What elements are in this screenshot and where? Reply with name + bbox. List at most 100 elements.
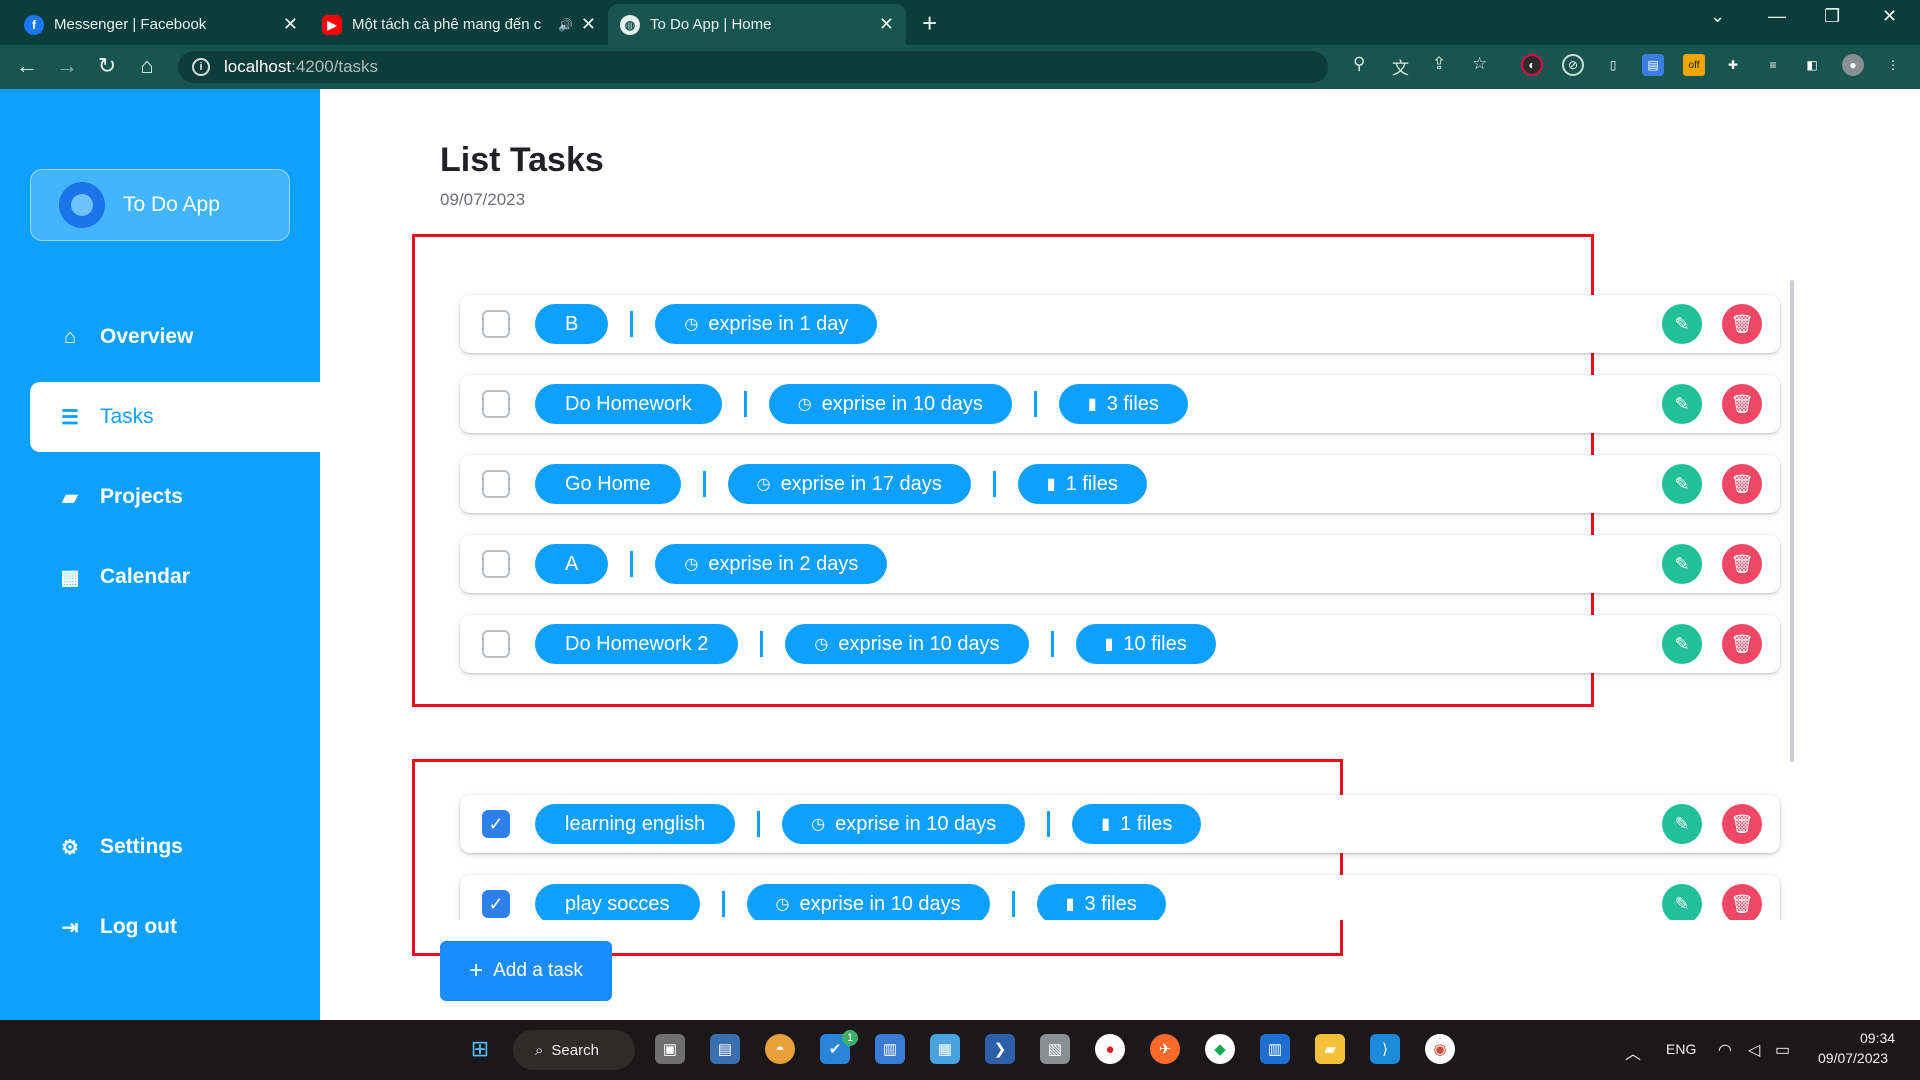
translate-icon[interactable]: 文 bbox=[1392, 54, 1409, 79]
edit-button[interactable]: ✎ bbox=[1662, 464, 1702, 504]
vscode-icon[interactable]: ⟩ bbox=[1370, 1034, 1400, 1064]
edit-button[interactable]: ✎ bbox=[1662, 624, 1702, 664]
sidebar-item-calendar[interactable]: ▦ Calendar bbox=[30, 542, 320, 612]
delete-button[interactable]: 🗑 bbox=[1722, 304, 1762, 344]
extension-docs-icon[interactable]: ▤ bbox=[1642, 54, 1664, 76]
home-icon[interactable]: ⌂ bbox=[133, 53, 161, 79]
files-badge[interactable]: ▮ 10 files bbox=[1075, 624, 1216, 664]
monitor-app-icon[interactable]: ▤ bbox=[710, 1034, 740, 1064]
delete-button[interactable]: 🗑 bbox=[1722, 544, 1762, 584]
task-checkbox[interactable] bbox=[482, 390, 510, 418]
task-row[interactable]: A ◷ exprise in 2 days ✎ 🗑 bbox=[460, 535, 1780, 593]
tab-messenger[interactable]: f Messenger | Facebook ✕ bbox=[12, 4, 310, 45]
edit-button[interactable]: ✎ bbox=[1662, 804, 1702, 844]
battery-icon[interactable]: ▭ bbox=[1775, 1040, 1790, 1060]
postman-icon[interactable]: ✈ bbox=[1150, 1034, 1180, 1064]
extensions-puzzle-icon[interactable]: ✚ bbox=[1722, 54, 1744, 76]
extension-color-icon[interactable]: ◐ bbox=[1521, 54, 1543, 76]
remote-desktop-icon[interactable]: ▦ bbox=[930, 1034, 960, 1064]
profile-avatar[interactable]: ● bbox=[1842, 54, 1864, 76]
delete-button[interactable]: 🗑 bbox=[1722, 884, 1762, 920]
tab-search-icon[interactable]: ⌄ bbox=[1710, 6, 1725, 27]
speaker-icon[interactable]: 🔊 bbox=[558, 18, 573, 32]
taskbar-search[interactable]: ⌕ Search bbox=[513, 1030, 635, 1070]
back-icon[interactable]: ← bbox=[13, 53, 41, 79]
files-badge[interactable]: ▮ 3 files bbox=[1058, 384, 1188, 424]
file-explorer-icon[interactable]: ▰ bbox=[1315, 1034, 1345, 1064]
volume-icon[interactable]: ◁ bbox=[1748, 1040, 1760, 1060]
sidebar-item-logout[interactable]: ⇥ Log out bbox=[30, 892, 320, 962]
task-checkbox[interactable] bbox=[482, 470, 510, 498]
bookmark-star-icon[interactable]: ☆ bbox=[1472, 54, 1487, 74]
delete-button[interactable]: 🗑 bbox=[1722, 804, 1762, 844]
scrollbar[interactable] bbox=[1790, 280, 1794, 762]
task-row[interactable]: Do Homework ◷ exprise in 10 days ▮ 3 files… bbox=[460, 375, 1780, 433]
record-app-icon[interactable]: ● bbox=[1095, 1034, 1125, 1064]
location-icon[interactable]: ⚲ bbox=[1353, 54, 1365, 74]
chrome-icon[interactable]: ◉ bbox=[1425, 1034, 1455, 1064]
edit-button[interactable]: ✎ bbox=[1662, 544, 1702, 584]
forward-icon[interactable]: → bbox=[53, 53, 81, 79]
task-checkbox[interactable] bbox=[482, 310, 510, 338]
task-row[interactable]: ✓ learning english ◷ exprise in 10 days ▮… bbox=[460, 795, 1780, 853]
tray-chevron-icon[interactable]: ︿ bbox=[1625, 1040, 1641, 1064]
side-panel-icon[interactable]: ◧ bbox=[1801, 54, 1823, 76]
task-checkbox-checked[interactable]: ✓ bbox=[482, 810, 510, 838]
files-badge[interactable]: ▮ 1 files bbox=[1017, 464, 1147, 504]
task-row[interactable]: ✓ play socces ◷ exprise in 10 days ▮ 3 fil… bbox=[460, 875, 1780, 920]
files-app-icon[interactable]: ▧ bbox=[1040, 1034, 1070, 1064]
task-row[interactable]: Do Homework 2 ◷ exprise in 10 days ▮ 10 fi… bbox=[460, 615, 1780, 673]
extension-off-icon[interactable]: off bbox=[1683, 54, 1705, 76]
brand[interactable]: To Do App bbox=[30, 169, 290, 241]
sidebar-item-projects[interactable]: ▰ Projects bbox=[30, 462, 320, 532]
task-checkbox-checked[interactable]: ✓ bbox=[482, 890, 510, 918]
trash-icon: 🗑 bbox=[1730, 313, 1754, 334]
mongodb-icon[interactable]: ◆ bbox=[1205, 1034, 1235, 1064]
clock-time[interactable]: 09:34 bbox=[1860, 1030, 1895, 1046]
extension-compass-icon[interactable]: ⊘ bbox=[1562, 54, 1584, 76]
menu-icon[interactable]: ⋮ bbox=[1882, 54, 1904, 76]
trello-icon[interactable]: ▥ bbox=[1260, 1034, 1290, 1064]
task-row[interactable]: Go Home ◷ exprise in 17 days ▮ 1 files ✎ 🗑 bbox=[460, 455, 1780, 513]
files-badge[interactable]: ▮ 1 files bbox=[1072, 804, 1202, 844]
share-icon[interactable]: ⇪ bbox=[1432, 54, 1446, 74]
task-checkbox[interactable] bbox=[482, 550, 510, 578]
minimize-button[interactable]: — bbox=[1768, 6, 1786, 27]
clock-date[interactable]: 09/07/2023 bbox=[1818, 1050, 1888, 1066]
delete-button[interactable]: 🗑 bbox=[1722, 464, 1762, 504]
language-indicator[interactable]: ENG bbox=[1666, 1041, 1696, 1057]
sidebar-item-overview[interactable]: ⌂ Overview bbox=[30, 302, 320, 372]
wifi-icon[interactable]: ◠ bbox=[1718, 1040, 1732, 1060]
close-icon[interactable]: ✕ bbox=[581, 14, 596, 35]
task-checkbox[interactable] bbox=[482, 630, 510, 658]
weather-app-icon[interactable]: ◓ bbox=[765, 1034, 795, 1064]
edit-button[interactable]: ✎ bbox=[1662, 384, 1702, 424]
files-badge[interactable]: ▮ 3 files bbox=[1036, 884, 1166, 920]
delete-button[interactable]: 🗑 bbox=[1722, 624, 1762, 664]
reload-icon[interactable]: ↻ bbox=[93, 53, 121, 79]
tab-youtube[interactable]: ▶ Một tách cà phê mang đến c 🔊 ✕ bbox=[310, 4, 608, 45]
delete-button[interactable]: 🗑 bbox=[1722, 384, 1762, 424]
extension-phone-icon[interactable]: ▯ bbox=[1602, 54, 1624, 76]
powershell-icon[interactable]: ❯ bbox=[985, 1034, 1015, 1064]
main-content: List Tasks 09/07/2023 B ◷ exprise in 1 da… bbox=[320, 89, 1920, 1020]
edit-button[interactable]: ✎ bbox=[1662, 884, 1702, 920]
info-icon[interactable]: i bbox=[192, 58, 210, 76]
tab-todo-app[interactable]: ◍ To Do App | Home ✕ bbox=[608, 4, 906, 45]
add-task-button[interactable]: + Add a task bbox=[440, 941, 612, 1001]
notepad-app-icon[interactable]: ▥ bbox=[875, 1034, 905, 1064]
new-tab-button[interactable]: + bbox=[922, 8, 937, 39]
task-row[interactable]: B ◷ exprise in 1 day ✎ 🗑 bbox=[460, 295, 1780, 353]
windows-start-icon[interactable]: ⊞ bbox=[465, 1034, 495, 1064]
close-icon[interactable]: ✕ bbox=[879, 14, 894, 35]
reading-list-icon[interactable]: ≡ bbox=[1762, 54, 1784, 76]
address-bar[interactable]: i localhost:4200/tasks bbox=[178, 51, 1328, 83]
close-window-button[interactable]: ✕ bbox=[1882, 6, 1897, 27]
sidebar-item-tasks[interactable]: ☰ Tasks bbox=[30, 382, 320, 452]
close-icon[interactable]: ✕ bbox=[283, 14, 298, 35]
sidebar-item-settings[interactable]: ⚙ Settings bbox=[30, 812, 320, 882]
task-view-icon[interactable]: ▣ bbox=[655, 1034, 685, 1064]
globe-icon: ◍ bbox=[620, 14, 640, 35]
edit-button[interactable]: ✎ bbox=[1662, 304, 1702, 344]
restore-button[interactable]: ❐ bbox=[1824, 6, 1840, 27]
